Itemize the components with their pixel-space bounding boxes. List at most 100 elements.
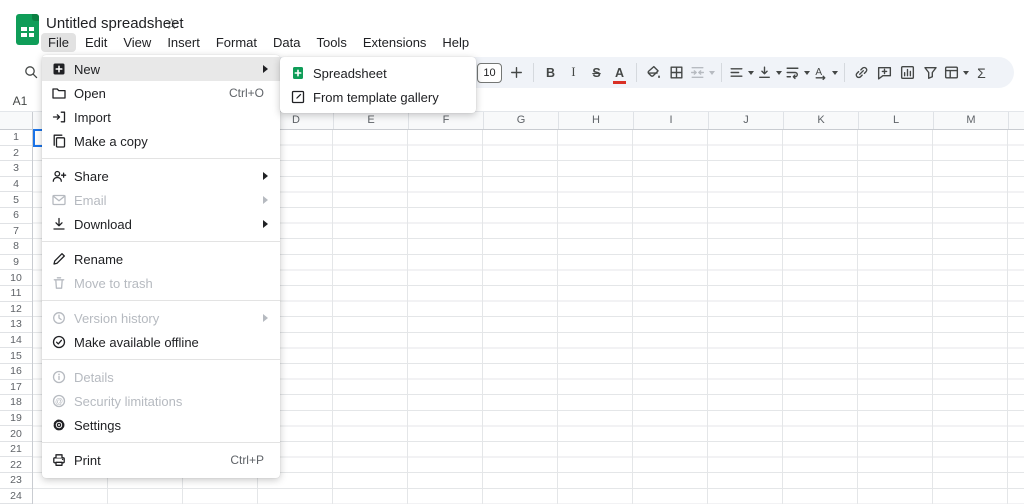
submenu-item[interactable]: Spreadsheet — [280, 61, 476, 85]
row-header[interactable]: 3 — [0, 161, 32, 177]
font-size-input[interactable]: 10 — [477, 63, 502, 83]
row-header[interactable]: 10 — [0, 270, 32, 286]
menubar-item[interactable]: View — [116, 33, 158, 52]
toolbar-button[interactable] — [688, 60, 716, 86]
file-menu-item[interactable]: Make available offline — [42, 330, 280, 354]
document-title[interactable]: Untitled spreadsheet — [46, 15, 184, 32]
column-header[interactable]: F — [408, 112, 483, 129]
row-header[interactable]: 8 — [0, 239, 32, 255]
row-header[interactable]: 22 — [0, 457, 32, 473]
row-header[interactable]: 19 — [0, 411, 32, 427]
name-box[interactable]: A1 — [0, 90, 40, 111]
row-header[interactable]: 23 — [0, 473, 32, 489]
file-menu-item[interactable]: Details — [42, 365, 280, 389]
column-header[interactable]: E — [333, 112, 408, 129]
history-icon — [51, 310, 67, 326]
row-header[interactable]: 24 — [0, 489, 32, 504]
column-header[interactable]: M — [933, 112, 1008, 129]
menubar-item[interactable]: File — [41, 33, 76, 52]
row-header[interactable]: 2 — [0, 146, 32, 162]
toolbar-separator — [721, 63, 722, 82]
file-menu-item[interactable]: New — [42, 57, 280, 81]
column-header[interactable]: L — [858, 112, 933, 129]
column-header[interactable]: G — [483, 112, 558, 129]
svg-text:@: @ — [55, 397, 63, 406]
toolbar-button[interactable]: A — [811, 60, 839, 86]
borders-icon — [668, 64, 685, 81]
file-menu-item[interactable]: Move to trash — [42, 271, 280, 295]
toolbar-button[interactable]: I — [562, 60, 585, 86]
template-icon — [290, 89, 306, 105]
row-headers: 1 2 3 4 5 6 7 8 9 10 11 12 13 14 15 — [0, 130, 33, 504]
menubar-item[interactable]: Insert — [160, 33, 207, 52]
column-header[interactable]: J — [708, 112, 783, 129]
submenu-item[interactable]: From template gallery — [280, 85, 476, 109]
toolbar-button[interactable] — [873, 60, 896, 86]
file-menu-item[interactable]: Email — [42, 188, 280, 212]
pencil-icon — [51, 251, 67, 267]
toolbar-button[interactable] — [850, 60, 873, 86]
toolbar-button[interactable] — [505, 60, 528, 86]
menu-item-label: Download — [74, 217, 132, 232]
row-header[interactable]: 18 — [0, 395, 32, 411]
toolbar-button[interactable] — [665, 60, 688, 86]
file-menu-item[interactable]: Download — [42, 212, 280, 236]
sheets-logo-icon[interactable] — [16, 14, 39, 45]
logo-grid — [21, 27, 34, 37]
row-header[interactable]: 11 — [0, 286, 32, 302]
file-menu-item[interactable]: Version history — [42, 306, 280, 330]
offline-check-icon — [51, 334, 67, 350]
row-header[interactable]: 13 — [0, 317, 32, 333]
column-header[interactable]: K — [783, 112, 858, 129]
row-header[interactable]: 4 — [0, 177, 32, 193]
row-header[interactable]: 17 — [0, 380, 32, 396]
row-header[interactable]: 14 — [0, 333, 32, 349]
star-icon[interactable]: ☆ — [165, 15, 178, 33]
file-menu-item[interactable]: Import — [42, 105, 280, 129]
row-header[interactable]: 21 — [0, 442, 32, 458]
chevron-down-icon — [963, 71, 969, 75]
file-menu-item[interactable]: Open Ctrl+O — [42, 81, 280, 105]
file-menu-item[interactable]: Make a copy — [42, 129, 280, 153]
menubar-item[interactable]: Format — [209, 33, 264, 52]
row-header[interactable]: 20 — [0, 426, 32, 442]
toolbar-button[interactable] — [755, 60, 783, 86]
logo-fold — [32, 14, 39, 21]
toolbar-button[interactable] — [942, 60, 970, 86]
row-header[interactable]: 5 — [0, 192, 32, 208]
toolbar-button[interactable] — [896, 60, 919, 86]
row-header[interactable]: 16 — [0, 364, 32, 380]
column-header[interactable]: I — [633, 112, 708, 129]
toolbar-button[interactable]: A — [608, 60, 631, 86]
row-header[interactable]: 15 — [0, 348, 32, 364]
toolbar-button[interactable] — [783, 60, 811, 86]
new-submenu: Spreadsheet From template gallery — [280, 57, 476, 113]
menubar-item[interactable]: Edit — [78, 33, 114, 52]
row-header[interactable]: 12 — [0, 302, 32, 318]
toolbar-button[interactable]: S — [585, 60, 608, 86]
file-menu-item[interactable]: Settings — [42, 413, 280, 437]
menubar-item[interactable]: Tools — [309, 33, 353, 52]
menubar-item[interactable]: Data — [266, 33, 307, 52]
row-header[interactable]: 6 — [0, 208, 32, 224]
menubar-item[interactable]: Extensions — [356, 33, 434, 52]
sigma-icon: Σ — [977, 65, 986, 81]
file-menu-item[interactable]: Print Ctrl+P — [42, 448, 280, 472]
text-color-icon: A — [615, 66, 624, 80]
file-menu-item[interactable]: Share — [42, 164, 280, 188]
search-icon[interactable] — [20, 62, 42, 84]
row-header[interactable]: 1 — [0, 130, 32, 146]
column-header[interactable]: H — [558, 112, 633, 129]
row-header[interactable]: 7 — [0, 224, 32, 240]
menubar-item[interactable]: Help — [435, 33, 476, 52]
toolbar-button[interactable]: Σ — [970, 60, 993, 86]
toolbar-button[interactable] — [919, 60, 942, 86]
toolbar-button[interactable] — [727, 60, 755, 86]
file-menu-item[interactable]: Rename — [42, 247, 280, 271]
toolbar-button[interactable] — [642, 60, 665, 86]
grid-corner[interactable] — [0, 112, 33, 130]
file-menu-item[interactable]: @ Security limitations — [42, 389, 280, 413]
menu-item-label: New — [74, 62, 100, 77]
toolbar-button[interactable]: B — [539, 60, 562, 86]
row-header[interactable]: 9 — [0, 255, 32, 271]
